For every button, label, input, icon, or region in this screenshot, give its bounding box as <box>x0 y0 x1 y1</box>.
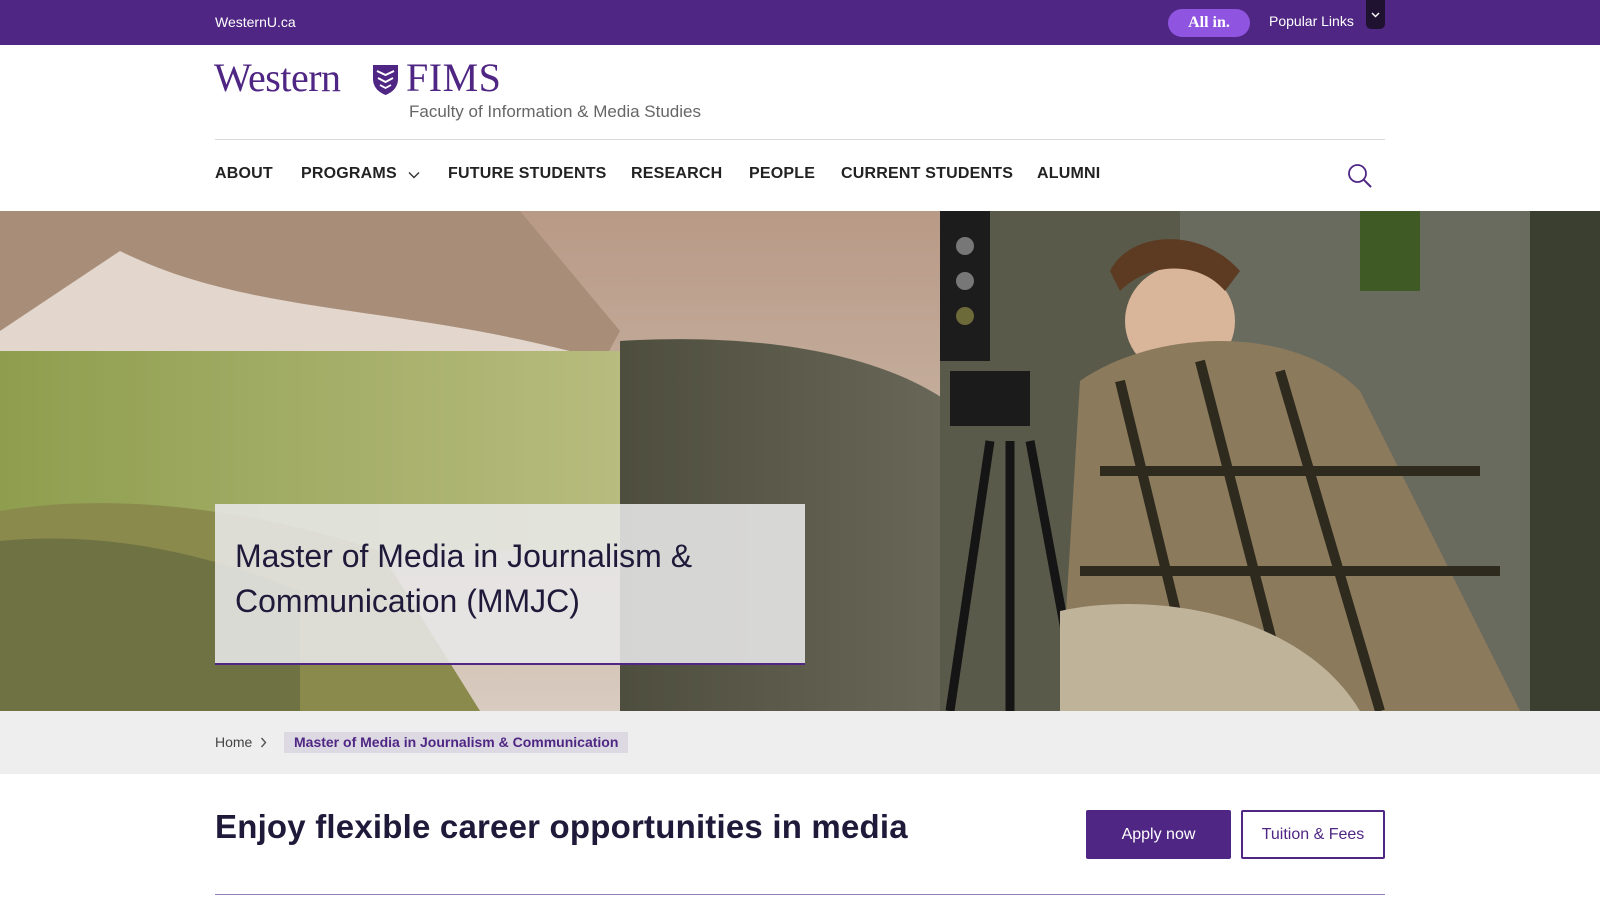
nav-item-research[interactable]: RESEARCH <box>631 165 722 183</box>
logo-western-text: Western <box>214 55 341 100</box>
faculty-name: Faculty of Information & Media Studies <box>409 102 701 121</box>
apply-now-button[interactable]: Apply now <box>1086 810 1231 859</box>
chevron-down-icon <box>1371 12 1380 18</box>
hero-title-card: Master of Media in Journalism & Communic… <box>215 504 805 665</box>
all-in-badge[interactable]: All in. <box>1168 9 1250 37</box>
chevron-right-icon <box>260 737 267 748</box>
nav-item-alumni[interactable]: ALUMNI <box>1037 165 1100 183</box>
breadcrumb: Home Master of Media in Journalism & Com… <box>0 711 1600 774</box>
tuition-fees-button[interactable]: Tuition & Fees <box>1241 810 1385 859</box>
page-title: Master of Media in Journalism & Communic… <box>235 538 693 619</box>
top-utility-bar: WesternU.ca All in. Popular Links <box>0 0 1600 45</box>
popular-links-label[interactable]: Popular Links <box>1269 13 1354 29</box>
header-divider <box>215 139 1385 140</box>
hero-banner: Master of Media in Journalism & Communic… <box>0 211 1600 711</box>
popular-links-toggle[interactable] <box>1366 0 1385 29</box>
nav-item-programs[interactable]: PROGRAMS <box>301 165 397 183</box>
content-divider <box>215 894 1385 895</box>
search-icon[interactable] <box>1347 163 1373 189</box>
breadcrumb-home-link[interactable]: Home <box>215 734 252 750</box>
nav-item-people[interactable]: PEOPLE <box>749 165 815 183</box>
section-heading: Enjoy flexible career opportunities in m… <box>215 808 908 845</box>
nav-item-current-students[interactable]: CURRENT STUDENTS <box>841 165 1013 183</box>
nav-item-future-students[interactable]: FUTURE STUDENTS <box>448 165 607 183</box>
western-crest-icon <box>373 65 398 95</box>
logo-fims-text: FIMS <box>406 55 502 100</box>
breadcrumb-current: Master of Media in Journalism & Communic… <box>284 732 629 753</box>
nav-item-about[interactable]: ABOUT <box>215 165 273 183</box>
chevron-down-icon[interactable] <box>408 171 420 179</box>
westernu-link[interactable]: WesternU.ca <box>215 14 296 30</box>
